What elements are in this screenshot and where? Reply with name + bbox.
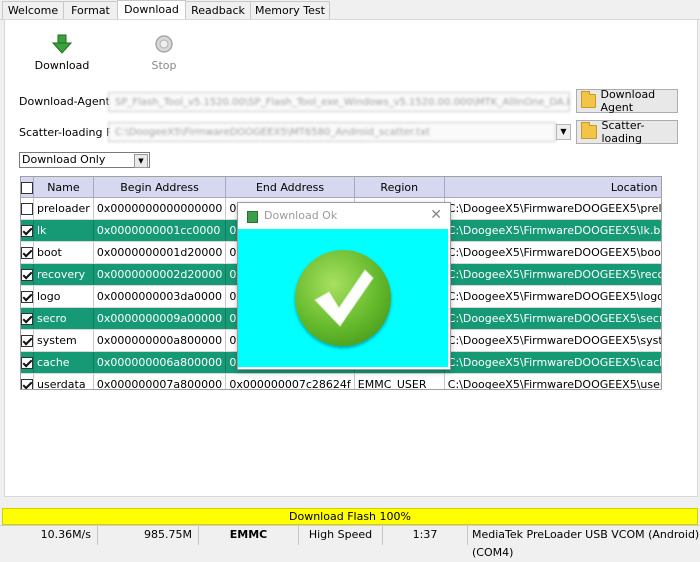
row-checkbox-cell [21, 197, 34, 220]
dialog-title-bar: Download Ok ✕ [238, 203, 450, 228]
row-checkbox-cell [21, 241, 34, 264]
partition-name-cell: recovery [33, 263, 94, 286]
partition-name-cell: lk [33, 219, 94, 242]
transfer-speed: 10.36M/s [0, 526, 98, 545]
stop-icon [155, 35, 173, 53]
column-header-name[interactable]: Name [33, 177, 94, 198]
storage-type: EMMC [199, 526, 299, 545]
progress-text: Download Flash 100% [289, 510, 411, 523]
partition-name-cell: system [33, 329, 94, 352]
close-icon[interactable]: ✕ [430, 203, 442, 228]
location-cell: C:\DoogeeX5\FirmwareDOOGEEX5\lk.bin [444, 219, 661, 242]
begin-address-cell: 0x0000000001cc0000 [93, 219, 227, 242]
location-cell: C:\DoogeeX5\FirmwareDOOGEEX5\preloader_h… [444, 197, 661, 220]
row-checkbox[interactable] [21, 225, 33, 237]
download-mode-value: Download Only [22, 153, 106, 166]
progress-bar: Download Flash 100% [2, 508, 698, 525]
row-checkbox-cell [21, 351, 34, 374]
status-bar: 10.36M/s 985.75M EMMC High Speed 1:37 Me… [0, 525, 700, 559]
location-cell: C:\DoogeeX5\FirmwareDOOGEEX5\secro.img [444, 307, 661, 330]
row-checkbox[interactable] [21, 291, 33, 303]
row-checkbox[interactable] [21, 357, 33, 369]
download-agent-path[interactable]: SP_Flash_Tool_v5.1520.00\SP_Flash_Tool_e… [108, 92, 570, 112]
partition-name-cell: logo [33, 285, 94, 308]
tab-bar: Welcome Format Download Readback Memory … [0, 0, 700, 20]
partition-name-cell: userdata [33, 373, 94, 389]
location-cell: C:\DoogeeX5\FirmwareDOOGEEX5\boot.img [444, 241, 661, 264]
row-checkbox-cell [21, 219, 34, 242]
tab-format[interactable]: Format [63, 1, 118, 19]
begin-address-cell: 0x000000007a800000 [93, 373, 227, 389]
location-cell: C:\DoogeeX5\FirmwareDOOGEEX5\logo.bin [444, 285, 661, 308]
app-icon [247, 211, 258, 223]
table-row[interactable]: userdata 0x000000007a800000 0x000000007c28… [21, 373, 661, 389]
tab-welcome[interactable]: Welcome [2, 1, 64, 19]
com-port: MediaTek PreLoader USB VCOM (Android) (C… [472, 528, 700, 559]
end-address-cell: 0x000000007c28624f [225, 373, 355, 389]
column-header-end-address[interactable]: End Address [225, 177, 355, 198]
row-checkbox-cell [21, 373, 34, 389]
row-checkbox-cell [21, 263, 34, 286]
row-checkbox[interactable] [21, 335, 33, 347]
begin-address-cell: 0x0000000009a00000 [93, 307, 227, 330]
row-checkbox-cell [21, 307, 34, 330]
scatter-loading-button-label: Scatter-loading [601, 119, 645, 145]
location-cell: C:\DoogeeX5\FirmwareDOOGEEX5\system.img [444, 329, 661, 352]
scatter-file-path[interactable]: C:\DoogeeX5\FirmwareDOOGEEX5\MT6580_Andr… [108, 122, 556, 142]
download-mode-select[interactable]: Download Only ▼ [19, 152, 150, 168]
row-checkbox[interactable] [21, 247, 33, 259]
folder-icon [581, 122, 598, 139]
begin-address-cell: 0x0000000002d20000 [93, 263, 227, 286]
download-arrow-icon [51, 34, 73, 54]
row-checkbox-cell [21, 285, 34, 308]
dialog-title: Download Ok [264, 209, 338, 222]
select-all-checkbox[interactable] [21, 181, 33, 194]
row-checkbox[interactable] [21, 379, 33, 389]
location-cell: C:\DoogeeX5\FirmwareDOOGEEX5\recovery.im… [444, 263, 661, 286]
dialog-body [238, 229, 448, 367]
chevron-down-icon: ▼ [134, 154, 148, 168]
stop-button-label: Stop [151, 59, 177, 72]
row-checkbox-cell [21, 329, 34, 352]
download-button[interactable]: Download [34, 34, 90, 72]
select-all-header[interactable] [21, 177, 34, 198]
usb-speed: High Speed [299, 526, 383, 545]
begin-address-cell: 0x0000000001d20000 [93, 241, 227, 264]
row-checkbox[interactable] [21, 313, 33, 325]
download-ok-dialog: Download Ok ✕ [237, 202, 451, 370]
scatter-dropdown-arrow-icon[interactable]: ▼ [556, 124, 571, 140]
location-cell: C:\DoogeeX5\FirmwareDOOGEEX5\userdata.im… [444, 373, 661, 389]
download-agent-button[interactable]: Download Agent [576, 88, 678, 114]
tab-memory-test[interactable]: Memory Test [250, 1, 330, 19]
location-cell: C:\DoogeeX5\FirmwareDOOGEEX5\cache.img [444, 351, 661, 374]
download-agent-label: Download-Agent [19, 95, 110, 108]
success-checkmark-icon [295, 250, 391, 346]
partition-name-cell: preloader [33, 197, 94, 220]
table-header-row: Name Begin Address End Address Region Lo… [21, 177, 661, 198]
column-header-location[interactable]: Location [444, 177, 661, 198]
region-cell: EMMC_USER [354, 373, 445, 389]
begin-address-cell: 0x000000000a800000 [93, 329, 227, 352]
download-agent-button-label: Download Agent [600, 88, 656, 114]
download-button-label: Download [34, 59, 90, 72]
partition-name-cell: cache [33, 351, 94, 374]
begin-address-cell: 0x000000006a800000 [93, 351, 227, 374]
tab-download[interactable]: Download [117, 0, 186, 20]
partition-name-cell: boot [33, 241, 94, 264]
column-header-begin-address[interactable]: Begin Address [93, 177, 227, 198]
column-header-region[interactable]: Region [354, 177, 445, 198]
row-checkbox[interactable] [21, 203, 33, 215]
stop-button[interactable]: Stop [140, 34, 188, 72]
scatter-loading-button[interactable]: Scatter-loading [576, 119, 678, 145]
folder-icon [581, 91, 597, 108]
partition-name-cell: secro [33, 307, 94, 330]
row-checkbox[interactable] [21, 269, 33, 281]
elapsed-time: 1:37 [383, 526, 468, 545]
tab-readback[interactable]: Readback [185, 1, 251, 19]
begin-address-cell: 0x0000000003da0000 [93, 285, 227, 308]
begin-address-cell: 0x0000000000000000 [93, 197, 227, 220]
transfer-size: 985.75M [98, 526, 199, 545]
